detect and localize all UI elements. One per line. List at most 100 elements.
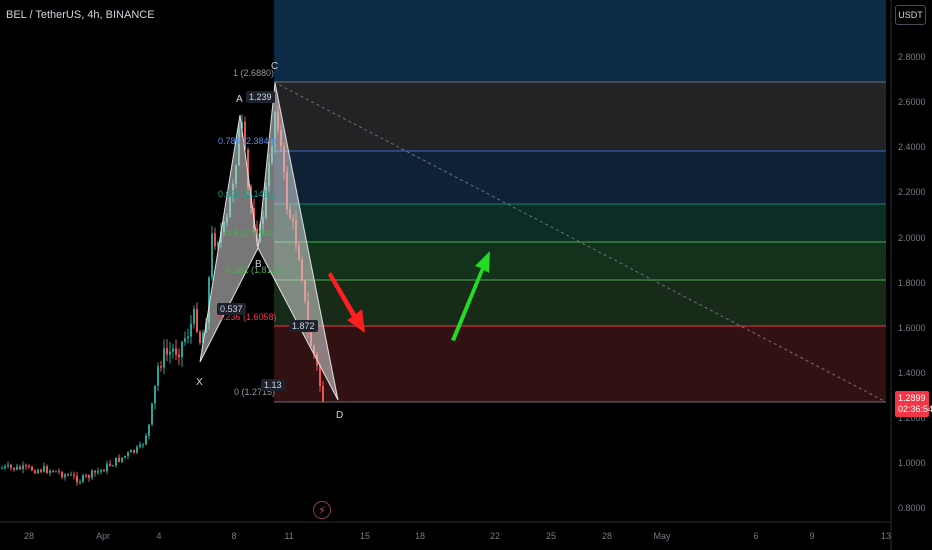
fib-band-0382-0236 (274, 280, 886, 326)
candle-body (322, 386, 324, 402)
candle-body (112, 465, 114, 467)
candle-body (124, 455, 126, 458)
price-tick: 2.2000 (898, 187, 926, 197)
candle-body (130, 450, 132, 453)
fib-band-1-0786 (274, 82, 886, 151)
candle-body (178, 354, 180, 358)
candle-body (127, 452, 129, 456)
candle-body (25, 465, 27, 467)
candle-body (181, 341, 183, 358)
fib-band-0618-05 (274, 204, 886, 242)
price-tick: 2.8000 (898, 52, 926, 62)
price-tick: 1.8000 (898, 278, 926, 288)
candle-body (76, 475, 78, 483)
time-tick: Apr (95, 531, 111, 541)
candle-body (94, 470, 96, 473)
candle-body (211, 233, 213, 278)
candle-body (199, 331, 201, 343)
time-tick: 15 (359, 531, 371, 541)
price-tick: 1.6000 (898, 323, 926, 333)
time-tick: 25 (545, 531, 557, 541)
fib-label-0786: 0.786 (2.3849) (218, 136, 277, 146)
candle-body (136, 446, 138, 453)
time-tick: 28 (23, 531, 35, 541)
candle-body (139, 444, 141, 447)
candle-body (73, 474, 75, 476)
price-tick: 0.8000 (898, 503, 926, 513)
candle-body (166, 348, 168, 355)
candle-body (157, 366, 159, 386)
candle-body (193, 309, 195, 324)
candle-body (118, 457, 120, 462)
candle-body (169, 351, 171, 355)
candle-body (55, 471, 57, 473)
candle-body (103, 469, 105, 472)
candle-body (70, 474, 72, 476)
candle-body (4, 466, 6, 468)
pattern-triangle-xab (199, 114, 259, 363)
candle-body (148, 424, 150, 436)
lightning-bolt-icon[interactable]: ⚡︎ (313, 501, 331, 519)
fib-bands (274, 0, 886, 402)
time-tick: 8 (231, 531, 237, 541)
candle-body (106, 463, 108, 472)
candle-body (40, 469, 42, 472)
fib-label-0618: 0.618 (2.1461) (218, 189, 277, 199)
candle-body (82, 475, 84, 482)
point-c-label: C (271, 61, 279, 72)
candle-body (34, 470, 36, 474)
candle-body (37, 469, 39, 474)
candle-body (196, 309, 198, 332)
price-chart[interactable] (0, 0, 932, 550)
point-a-label: A (236, 94, 243, 105)
time-tick: 13 (880, 531, 892, 541)
candle-body (154, 385, 156, 404)
time-tick: 4 (156, 531, 162, 541)
time-tick: 28 (601, 531, 613, 541)
candle-body (22, 465, 24, 470)
candle-body (10, 464, 12, 468)
candle-body (184, 338, 186, 342)
candle-body (214, 233, 216, 247)
candle-body (172, 348, 174, 352)
price-tick: 1.0000 (898, 458, 926, 468)
point-d-label: D (336, 410, 344, 421)
candle-body (67, 474, 69, 476)
candle-body (7, 464, 9, 467)
symbol-title[interactable]: BEL / TetherUS, 4h, BINANCE (6, 9, 155, 21)
candle-body (88, 475, 90, 478)
candle-body (49, 470, 51, 473)
candle-body (97, 471, 99, 473)
candle-body (85, 475, 87, 477)
ratio-label-xab: 0.537 (217, 303, 246, 315)
bar-countdown: 02:36:54 (898, 404, 932, 414)
candle-body (160, 366, 162, 368)
price-tick: 2.6000 (898, 97, 926, 107)
fib-band-extension (274, 0, 886, 82)
candle-body (109, 463, 111, 466)
fib-band-0236-0 (274, 326, 886, 402)
currency-button[interactable]: USDT (895, 5, 926, 25)
candle-body (145, 435, 147, 445)
ratio-label-xad: 1.13 (261, 379, 285, 391)
point-b-label: B (255, 259, 262, 270)
time-tick: 22 (489, 531, 501, 541)
candle-body (16, 466, 18, 470)
chart-canvas[interactable]: BEL / TetherUS, 4h, BINANCE 1 (2.6880) 0… (0, 0, 932, 550)
candle-body (13, 467, 15, 470)
candle-body (319, 365, 321, 387)
fib-band-0786-0618 (274, 151, 886, 204)
candle-body (100, 469, 102, 472)
candle-body (142, 444, 144, 446)
candle-body (115, 457, 117, 466)
price-tick: 2.0000 (898, 233, 926, 243)
candle-body (121, 457, 123, 462)
ratio-label-abc: 1.239 (246, 91, 275, 103)
candle-body (79, 481, 81, 483)
point-x-label: X (196, 377, 203, 388)
candle-body (58, 471, 60, 473)
candle-body (61, 471, 63, 478)
candle-body (163, 348, 165, 368)
fib-label-05: 0.5 (1.9784) (226, 228, 275, 238)
price-tick: 2.4000 (898, 142, 926, 152)
